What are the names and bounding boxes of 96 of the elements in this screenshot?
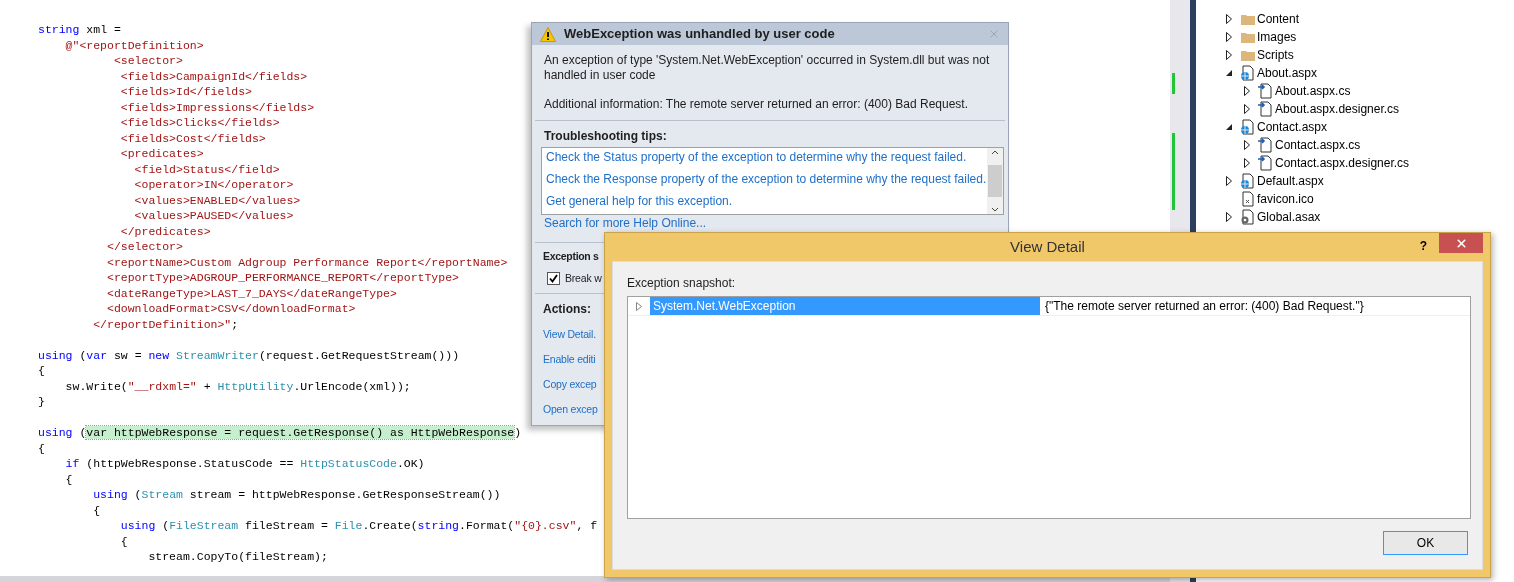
code-line: { — [92, 502, 101, 518]
code-line: <dateRangeType>LAST_7_DAYS</dateRangeType> — [106, 285, 397, 301]
code-line: using (var sw = new StreamWriter(request.GetRequestStream())) — [38, 347, 460, 363]
warning-icon — [540, 26, 556, 42]
code-line: string xml = — [38, 22, 121, 38]
code-line: using (Stream stream = httpWebResponse.GetResponseStream()) — [92, 487, 501, 503]
break-checkbox[interactable] — [547, 272, 560, 286]
code-line: sw.Write("__rdxml=" + HttpUtility.UrlEncode(xml)); — [64, 378, 411, 394]
collapsed-arrow-icon[interactable] — [1244, 86, 1250, 96]
scroll-down-icon[interactable] — [991, 207, 999, 212]
code-line: <fields>Cost</fields> — [119, 130, 266, 146]
code-file-icon — [1257, 101, 1274, 117]
checkbox-label: Break w — [565, 270, 602, 286]
ok-button[interactable]: OK — [1383, 531, 1468, 555]
help-button[interactable]: ? — [1419, 237, 1427, 255]
collapsed-arrow-icon[interactable] — [1244, 158, 1250, 168]
exception-message: An exception of type 'System.Net.WebException' occurred in System.dll but was not handled in user code — [544, 53, 991, 83]
folder-icon — [1240, 13, 1255, 25]
expanded-arrow-icon[interactable] — [1225, 69, 1233, 77]
code-line: </reportDefinition>"; — [92, 316, 239, 332]
tree-item[interactable]: Scripts — [1257, 46, 1294, 64]
code-line: } — [38, 394, 45, 410]
tree-item[interactable]: Default.aspx — [1257, 172, 1324, 190]
tree-item[interactable]: About.aspx.designer.cs — [1275, 100, 1400, 118]
code-line: <operator>IN</operator> — [133, 177, 294, 193]
exception-value-cell-text: {"The remote server returned an error: (400) Bad Request."} — [1044, 298, 1364, 315]
code-line: <values>ENABLED</values> — [133, 192, 301, 208]
code-line: if (httpWebResponse.StatusCode == HttpStatusCode.OK) — [64, 456, 425, 472]
tree-item[interactable]: Global.asax — [1257, 208, 1321, 226]
code-line: <field>Status</field> — [133, 161, 280, 177]
collapsed-arrow-icon[interactable] — [1244, 140, 1250, 150]
tip-link[interactable]: Check the Status property of the exception to determine why the request failed. — [546, 149, 987, 166]
tree-item[interactable]: Content — [1257, 10, 1300, 28]
collapsed-arrow-icon[interactable] — [1226, 14, 1232, 24]
code-line: <fields>Id</fields> — [119, 84, 252, 100]
code-file-icon — [1257, 137, 1274, 153]
folder-icon — [1240, 49, 1255, 61]
collapsed-arrow-icon[interactable] — [1226, 32, 1232, 42]
tree-item[interactable]: About.aspx — [1257, 64, 1318, 82]
code-line: { — [38, 363, 45, 379]
action-link[interactable]: Copy excep — [543, 375, 597, 393]
code-line: <reportName>Custom Adgroup Performance Report</reportName> — [106, 254, 508, 270]
code-file-icon — [1257, 83, 1274, 99]
close-icon — [1454, 236, 1468, 250]
code-line: using (FileStream fileStream = File.Create(string.Format("{0}.csv", f — [119, 518, 598, 534]
actions-heading: Actions: — [543, 300, 591, 318]
code-line: </selector> — [106, 239, 183, 255]
tree-item[interactable]: About.aspx.cs — [1275, 82, 1351, 100]
tree-item[interactable]: Contact.aspx.cs — [1275, 136, 1361, 154]
code-line: <selector> — [112, 53, 183, 69]
collapsed-arrow-icon[interactable] — [1226, 212, 1232, 222]
code-line: <values>PAUSED</values> — [133, 208, 294, 224]
close-button[interactable] — [1439, 233, 1483, 253]
change-marker — [1172, 73, 1175, 94]
code-line: using (var httpWebResponse = request.GetResponse() as HttpWebResponse) — [38, 425, 522, 441]
tip-link[interactable]: Check the Response property of the exception to determine why the request failed. — [546, 171, 987, 188]
image-file-icon — [1239, 191, 1256, 207]
tree-item[interactable]: favicon.ico — [1257, 190, 1314, 208]
code-line: { — [64, 471, 73, 487]
folder-icon — [1240, 31, 1255, 43]
code-line: <reportType>ADGROUP_PERFORMANCE_REPORT</reportType> — [106, 270, 459, 286]
expanded-arrow-icon[interactable] — [1225, 123, 1233, 131]
snapshot-label: Exception snapshot: — [627, 275, 737, 292]
code-line: { — [38, 440, 45, 456]
code-line: </predicates> — [119, 223, 211, 239]
code-line: <fields>Impressions</fields> — [119, 99, 315, 115]
code-line: <fields>CampaignId</fields> — [119, 68, 308, 84]
action-link[interactable]: Open excep — [543, 400, 598, 418]
collapsed-arrow-icon[interactable] — [1226, 50, 1232, 60]
gear-file-icon — [1239, 209, 1256, 225]
web-page-icon — [1239, 65, 1256, 81]
collapsed-arrow-icon[interactable] — [1244, 104, 1250, 114]
code-line: @"<reportDefinition> — [64, 37, 204, 53]
tree-item[interactable]: Images — [1257, 28, 1297, 46]
tree-item[interactable]: Contact.aspx.designer.cs — [1275, 154, 1410, 172]
tips-heading: Troubleshooting tips: — [544, 128, 668, 145]
code-file-icon — [1257, 155, 1274, 171]
code-line: stream.CopyTo(fileStream); — [147, 549, 328, 565]
code-line: { — [119, 533, 128, 549]
code-line: <predicates> — [119, 146, 204, 162]
action-link[interactable]: Enable editi — [543, 350, 596, 368]
search-help-link[interactable]: Search for more Help Online... — [544, 216, 996, 230]
collapsed-arrow-icon[interactable] — [1226, 176, 1232, 186]
settings-heading: Exception s — [543, 249, 600, 264]
tree-item[interactable]: Contact.aspx — [1257, 118, 1328, 136]
action-link[interactable]: View Detail. — [543, 325, 596, 343]
code-line: <downloadFormat>CSV</downloadFormat> — [106, 301, 356, 317]
dialog-title: View Detail — [1010, 236, 1085, 257]
scrollbar[interactable] — [987, 148, 1003, 214]
popup-title: WebException was unhandled by user code — [564, 25, 835, 44]
scroll-up-icon[interactable] — [991, 150, 999, 155]
additional-information: Additional information: The remote server returned an error: (400) Bad Request. — [544, 97, 969, 112]
code-line: <fields>Clicks</fields> — [119, 115, 280, 131]
tip-link[interactable]: Get general help for this exception. — [546, 193, 987, 210]
web-page-icon — [1239, 173, 1256, 189]
web-page-icon — [1239, 119, 1256, 135]
